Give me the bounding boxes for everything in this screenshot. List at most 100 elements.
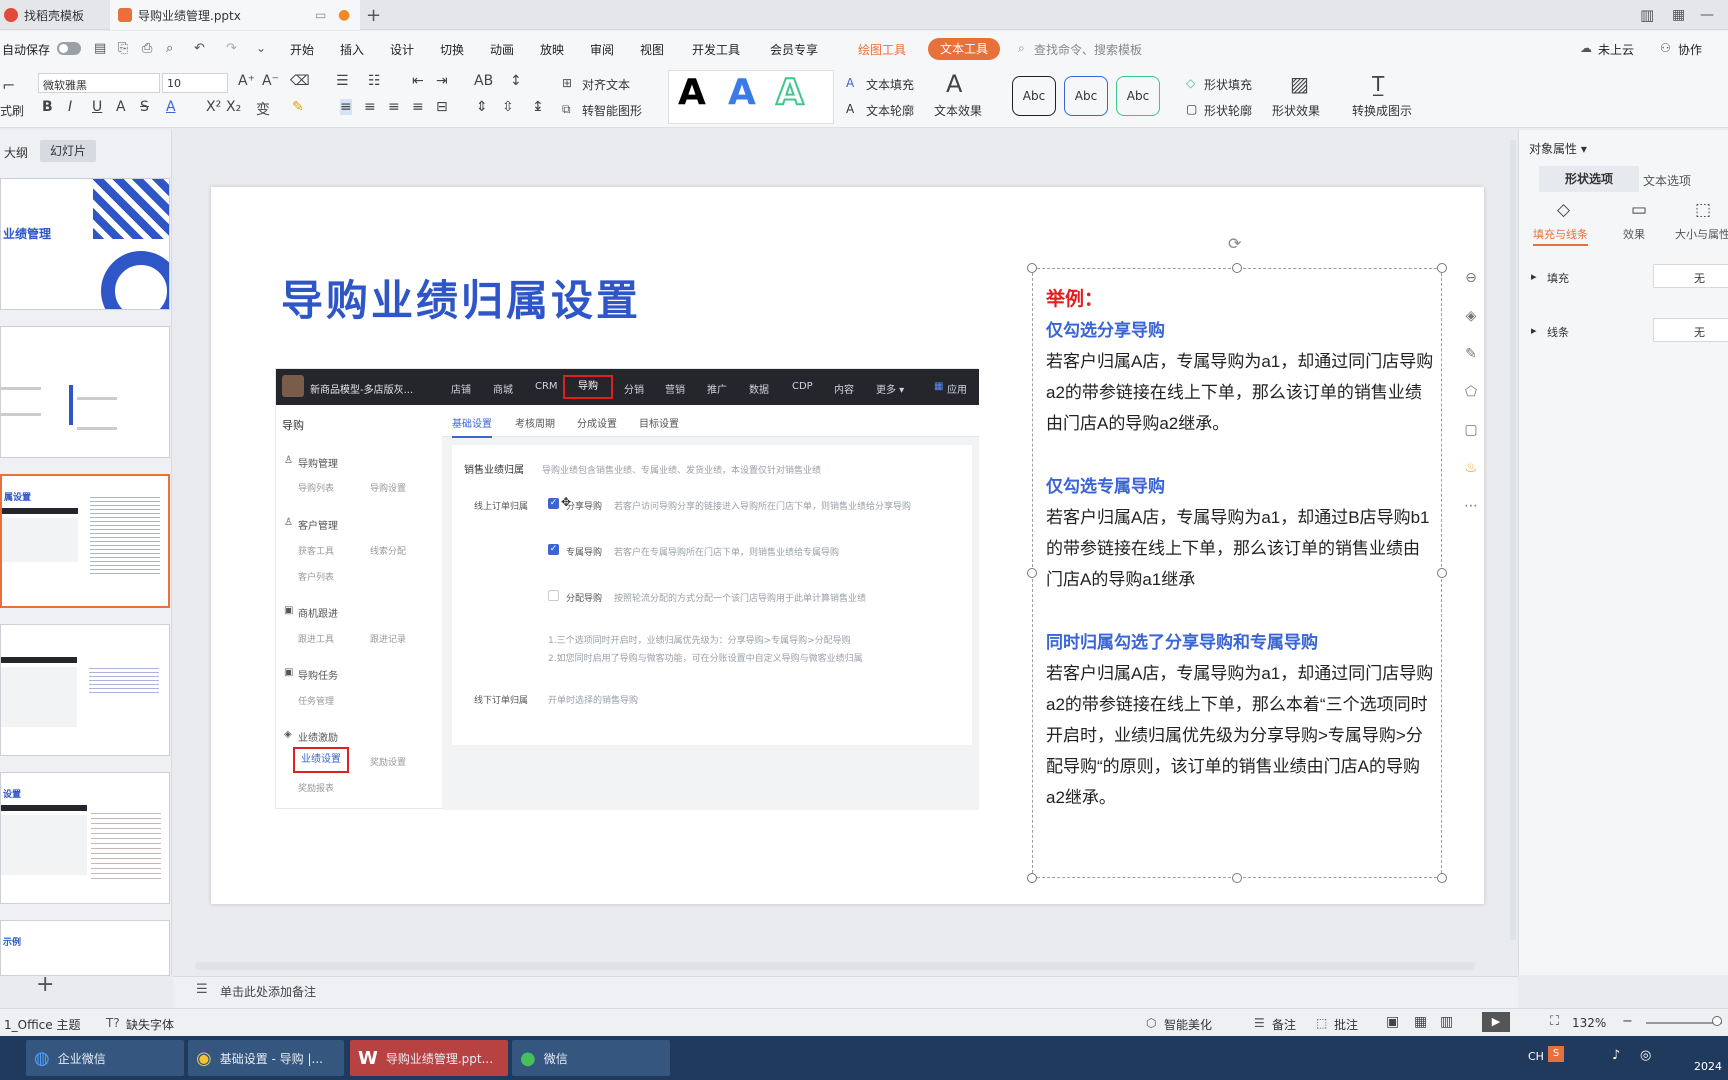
slide-thumb-2[interactable] (0, 326, 170, 458)
expand-line-icon[interactable]: ▸ (1531, 324, 1537, 337)
slide-title[interactable]: 导购业绩归属设置 (281, 267, 641, 328)
font-color-icon[interactable]: A (166, 99, 176, 115)
fill-bucket-icon[interactable]: ⬠ (1458, 384, 1484, 422)
smart-shape-button[interactable]: 转智能图形 (582, 102, 642, 119)
nav-mall[interactable]: 商城 (493, 381, 513, 396)
distribute-icon[interactable]: ⊟ (436, 99, 448, 115)
indent-icon[interactable]: ⇥ (436, 73, 448, 89)
nav-apps[interactable]: 应用 (947, 381, 967, 396)
menu-transition[interactable]: 切换 (440, 41, 464, 58)
resize-handle[interactable] (1232, 263, 1242, 273)
redo-icon[interactable]: ↷ (226, 41, 237, 56)
zoom-slider-thumb[interactable] (1712, 1016, 1722, 1026)
shape-outline-button[interactable]: 形状轮廓 (1204, 102, 1252, 119)
folder-icon[interactable]: ▤ (94, 41, 106, 56)
shape-fill-button[interactable]: 形状填充 (1204, 76, 1252, 93)
apps-grid-icon[interactable]: ▦ (934, 381, 943, 392)
print-icon[interactable]: ⎙ (142, 41, 152, 56)
example-text-box[interactable]: 举例： 仅勾选分享导购 若客户归属A店，专属导购为a1，却通过同门店导购a2的带… (1046, 284, 1436, 813)
slide-thumb-4[interactable] (0, 624, 170, 756)
align-text-button[interactable]: 对齐文本 (582, 76, 630, 93)
input-method-icon[interactable]: S (1548, 1046, 1564, 1062)
sidebar-reward-report[interactable]: 奖励报表 (298, 781, 334, 794)
menu-start[interactable]: 开始 (290, 41, 314, 58)
nav-data[interactable]: 数据 (749, 381, 769, 396)
slide-thumb-3-selected[interactable]: 属设置 (0, 474, 170, 608)
autosave-toggle[interactable] (57, 42, 81, 55)
collapse-icon[interactable]: ⊖ (1458, 270, 1484, 308)
outdent-icon[interactable]: ⇤ (412, 73, 424, 89)
preview-icon[interactable]: ⌕ (166, 41, 173, 56)
line-select[interactable]: 无 (1653, 318, 1728, 342)
menu-drawing-tools[interactable]: 绘图工具 (858, 41, 906, 58)
text-direction-icon[interactable]: AB (474, 73, 493, 89)
grid-icon[interactable]: ▦ (1672, 0, 1685, 30)
resize-handle[interactable] (1027, 263, 1037, 273)
comment-button[interactable]: 批注 (1334, 1016, 1358, 1033)
text-effect-button[interactable]: 文本效果 (934, 102, 982, 119)
menu-design[interactable]: 设计 (390, 41, 414, 58)
nav-marketing[interactable]: 营销 (665, 381, 685, 396)
text-outline-button[interactable]: 文本轮廓 (866, 102, 914, 119)
slide-thumb-5[interactable]: 设置 (0, 772, 170, 904)
justify-icon[interactable]: ≡ (412, 99, 424, 115)
nav-more[interactable]: 更多 ▾ (876, 381, 904, 396)
option-exclusive-guide[interactable]: 专属导购 (566, 545, 602, 558)
shape-effect-button[interactable]: 形状效果 (1272, 102, 1320, 119)
network-icon[interactable]: ◎ (1640, 1048, 1651, 1063)
add-slide-plus-icon[interactable]: + (36, 972, 54, 997)
font-size-select[interactable]: 10 (162, 73, 228, 93)
bold-icon[interactable]: B (42, 99, 53, 115)
italic-icon[interactable]: I (68, 99, 72, 115)
fill-select[interactable]: 无 (1653, 264, 1728, 288)
tab-assessment-cycle[interactable]: 考核周期 (515, 415, 555, 430)
format-painter-icon[interactable]: ⌐ (2, 76, 15, 95)
zoom-slider[interactable] (1646, 1022, 1722, 1024)
para-spacing-icon[interactable]: ⇳ (502, 99, 514, 115)
tab-basic-settings[interactable]: 基础设置 (452, 415, 492, 438)
taskbar-wecom[interactable]: ◍ 企业微信 (26, 1040, 184, 1076)
sidebar-lead-assign[interactable]: 线索分配 (370, 544, 406, 557)
text-effect-icon[interactable]: A (946, 70, 962, 98)
missing-font-button[interactable]: 缺失字体 (126, 1016, 174, 1033)
sidebar-followup-records[interactable]: 跟进记录 (370, 632, 406, 645)
menu-developer[interactable]: 开发工具 (692, 41, 740, 58)
shape-style-blue[interactable]: Abc (1064, 76, 1108, 116)
underline-icon[interactable]: U (92, 99, 102, 115)
resize-handle[interactable] (1232, 873, 1242, 883)
taskbar-wps[interactable]: W 导购业绩管理.ppt... (350, 1040, 508, 1076)
phonetic-icon[interactable]: 变 (256, 99, 270, 119)
option-assigned-guide[interactable]: 分配导购 (566, 591, 602, 604)
more-chevron-icon[interactable]: ⌄ (256, 41, 266, 55)
resize-handle[interactable] (1437, 873, 1447, 883)
numbering-icon[interactable]: ☷ (368, 73, 381, 89)
menu-view[interactable]: 视图 (640, 41, 664, 58)
nav-crm[interactable]: CRM (535, 381, 558, 392)
align-center-icon[interactable]: ≡ (364, 99, 376, 115)
size-properties-subtab[interactable]: 大小与属性 (1675, 226, 1728, 242)
line-spacing-icon[interactable]: ⇕ (476, 99, 488, 115)
clear-format-icon[interactable]: ⌫ (290, 73, 310, 89)
tab-templates[interactable]: 找稻壳模板 (0, 0, 108, 30)
sidebar-group-incentive[interactable]: 业绩激励 (298, 729, 338, 744)
sidebar-task-mgmt[interactable]: 任务管理 (298, 694, 334, 707)
ime-indicator[interactable]: CH (1528, 1050, 1544, 1063)
spacing-more-icon[interactable]: ↨ (532, 99, 544, 115)
embedded-screenshot[interactable]: 新商品模型-多店版灰... 店铺 商城 CRM 导购 分销 营销 推广 数据 C… (275, 368, 979, 810)
sidebar-guide-list[interactable]: 导购列表 (298, 481, 334, 494)
sidebar-guide-settings[interactable]: 导购设置 (370, 481, 406, 494)
frame-icon[interactable]: ▢ (1458, 422, 1484, 460)
nav-cdp[interactable]: CDP (792, 381, 813, 392)
theme-label[interactable]: 1_Office 主题 (4, 1016, 80, 1033)
nav-content[interactable]: 内容 (834, 381, 854, 396)
sort-icon[interactable]: ↕ (510, 73, 522, 89)
superscript-icon[interactable]: X² (206, 99, 221, 115)
tab-document[interactable]: 导购业绩管理.pptx ▭ ● (110, 0, 360, 30)
bulb-icon[interactable]: ♨ (1458, 460, 1484, 498)
checkbox-exclusive-guide[interactable]: ✓ (548, 544, 559, 555)
nav-distribution[interactable]: 分销 (624, 381, 644, 396)
layers-icon[interactable]: ◈ (1458, 308, 1484, 346)
outline-tab[interactable]: 大纲 (4, 144, 28, 161)
nav-store[interactable]: 店铺 (451, 381, 471, 396)
align-left-icon[interactable]: ≡ (340, 99, 352, 115)
